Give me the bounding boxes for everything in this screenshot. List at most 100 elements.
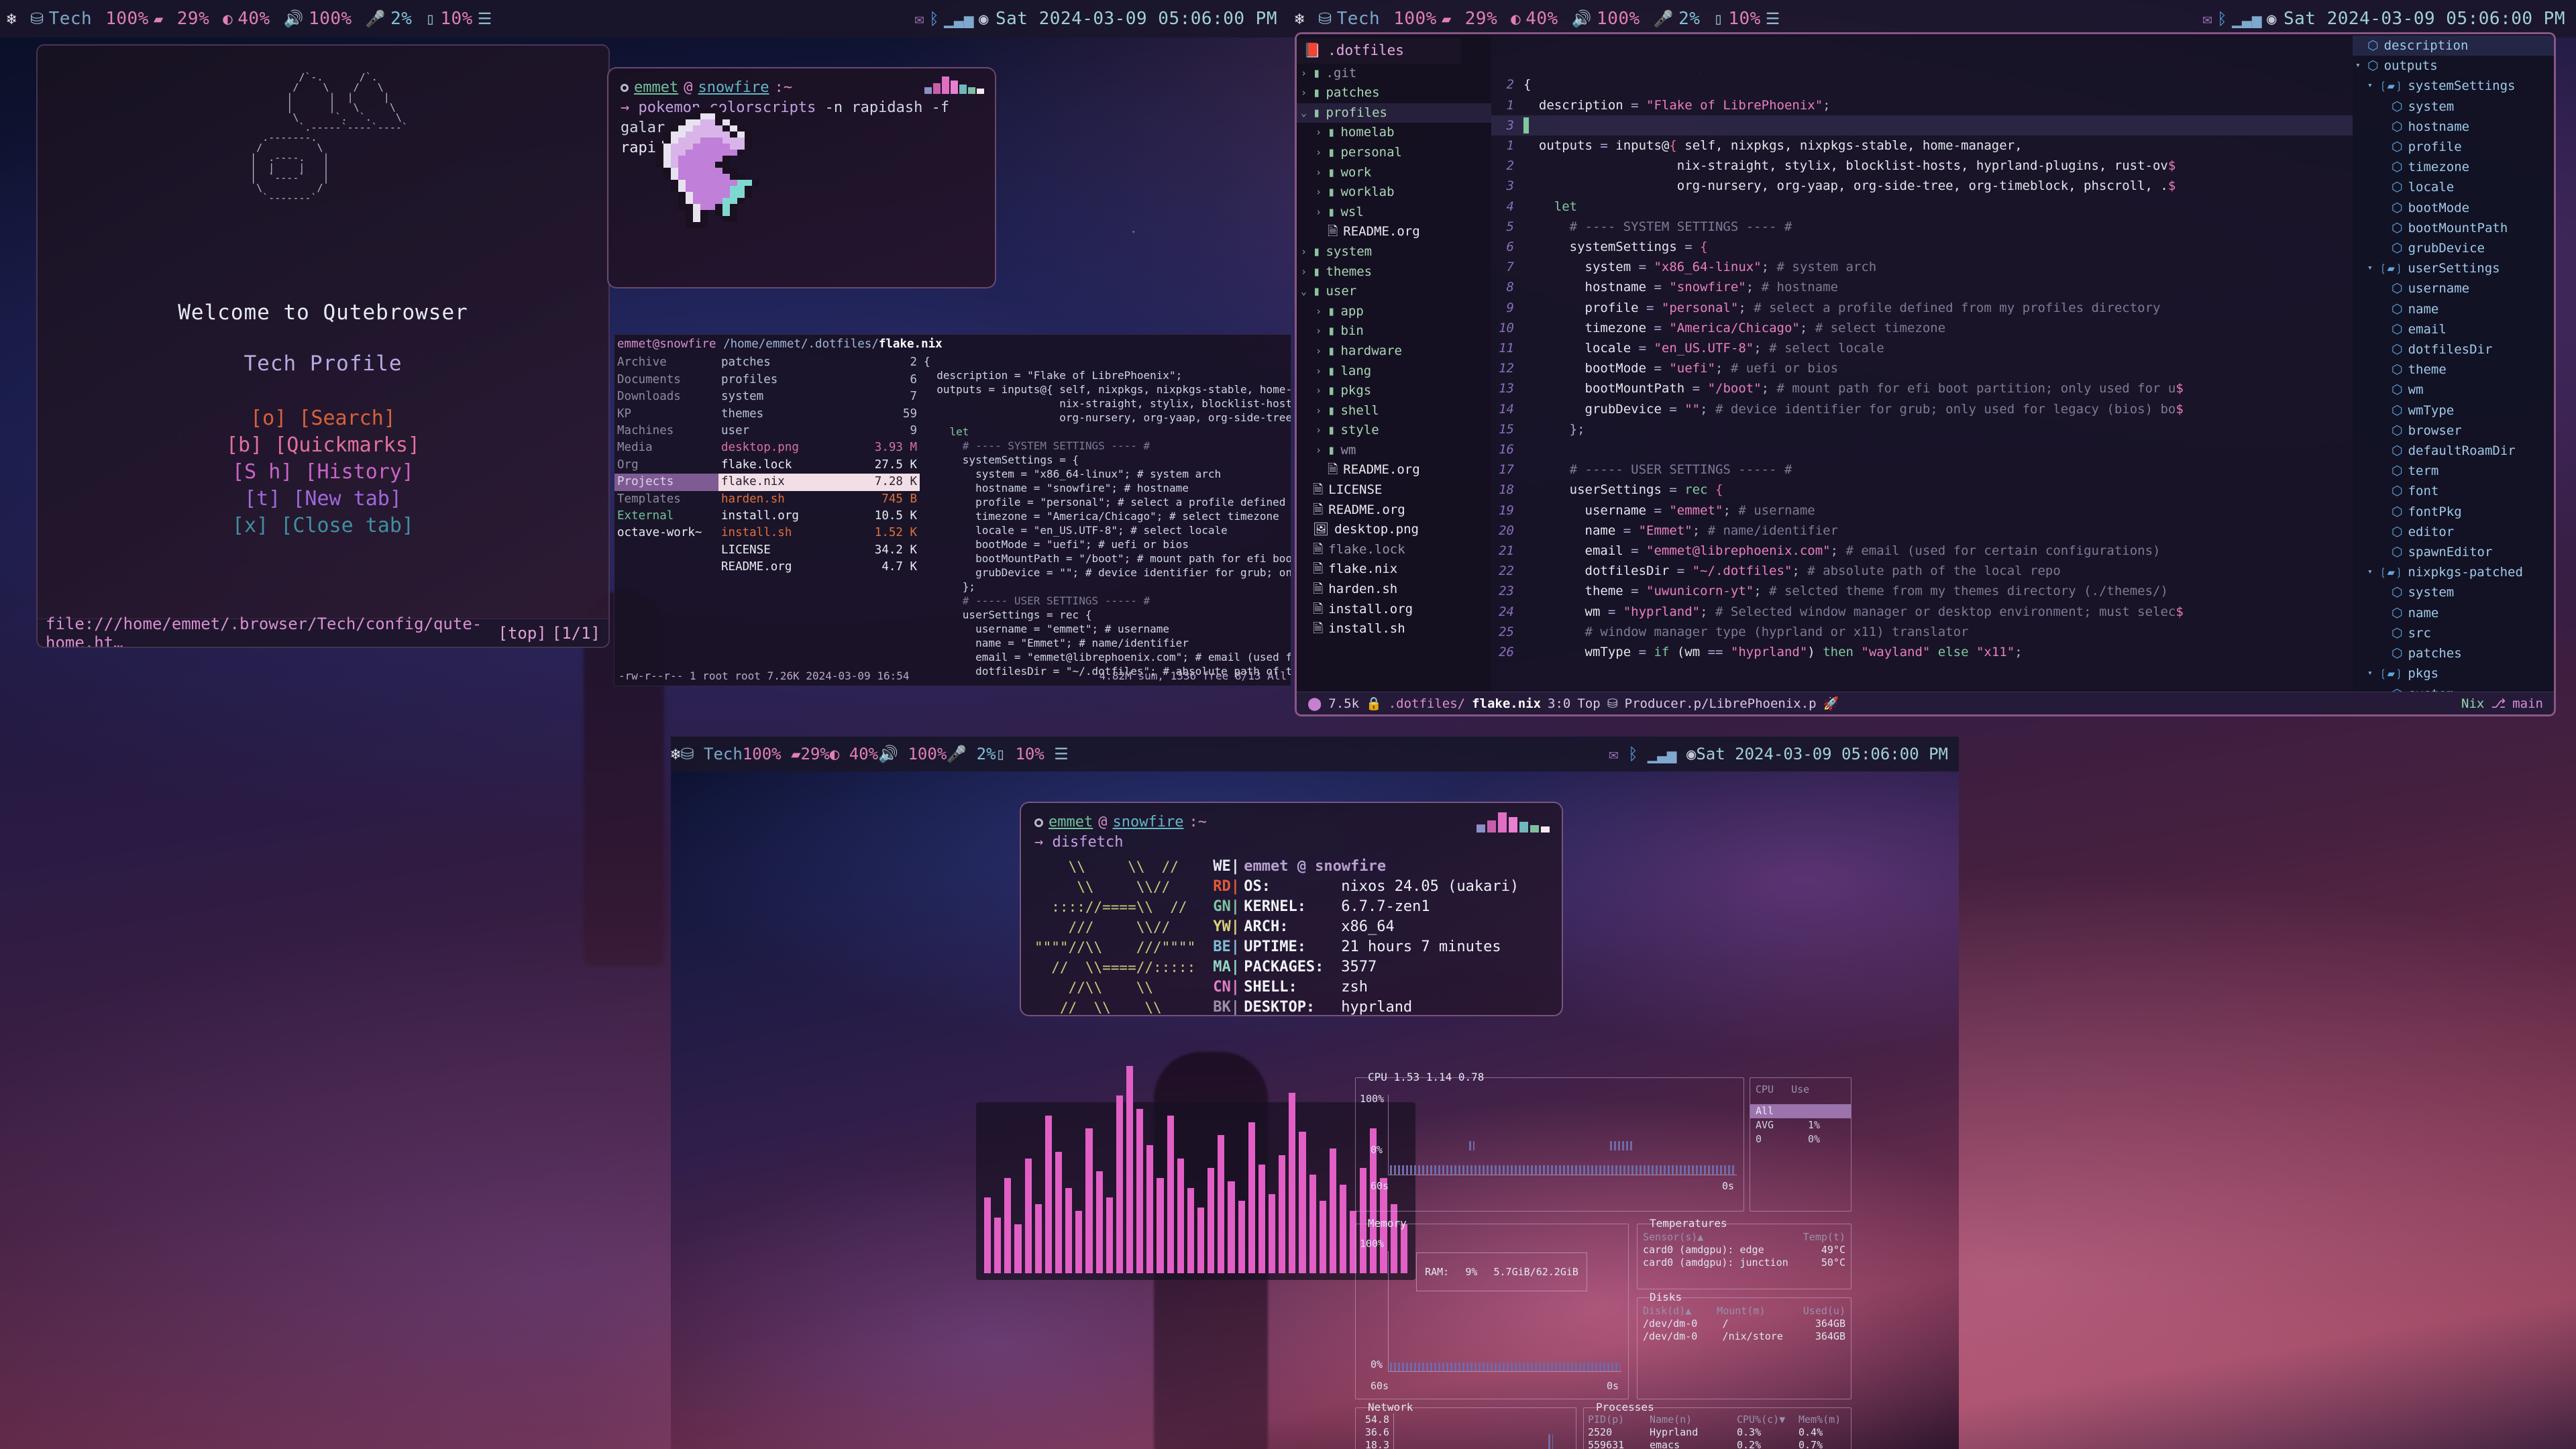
imenu-indent[interactable] xyxy=(2379,238,2392,258)
ranger-parent-column[interactable]: Archive Documents Downloads KP Machines Media… xyxy=(614,354,718,678)
emacs-tree-item[interactable]: › ▮ hardware xyxy=(1297,341,1491,362)
emacs-tree-item[interactable]: 🗎 README.org xyxy=(1297,500,1491,521)
chevron-right-icon[interactable]: › xyxy=(1316,321,1328,341)
chevron-right-icon[interactable]: › xyxy=(1316,381,1328,401)
emacs-imenu-item[interactable]: ▾ ⬡ outputs xyxy=(2353,56,2554,76)
emacs-imenu-item[interactable]: ⬡ patches xyxy=(2353,643,2554,663)
tree-indent[interactable] xyxy=(1301,600,1313,620)
btop-disks-header[interactable]: Disk(d)▲ Mount(m) Used(u) xyxy=(1643,1305,1845,1318)
emacs-imenu-item[interactable]: ⬡ system xyxy=(2353,582,2554,602)
emacs-imenu-item[interactable]: ⬡ wmType xyxy=(2353,400,2554,421)
ranger-file-item[interactable]: profiles 6 xyxy=(718,372,920,388)
brightness-group[interactable]: ◐ 40% xyxy=(216,9,276,29)
triangle-down-icon[interactable]: ▾ xyxy=(2367,76,2379,96)
tree-indent[interactable] xyxy=(1301,580,1313,600)
emacs-tree-item[interactable]: › ▮ .git xyxy=(1297,64,1491,84)
btop-column-header[interactable]: Mem%(m) xyxy=(1799,1413,1841,1426)
emacs-imenu-item[interactable]: ⬡ fontPkg xyxy=(2353,502,2554,522)
emacs-imenu-sidebar[interactable]: ⬡ description ▾ ⬡ outputs ▾ ❲▰❳ systemSettings … xyxy=(2353,34,2554,692)
emacs-imenu-item[interactable]: ⬡ term xyxy=(2353,461,2554,481)
workspace-group[interactable]: ❄ xyxy=(0,11,23,27)
second-tray-group[interactable]: ✉ ᛒ ▁▃▅ ◉ xyxy=(1609,745,1696,763)
ranger-parent-item[interactable]: Org xyxy=(614,457,718,474)
emacs-tree-item[interactable]: 🗎 README.org xyxy=(1297,460,1491,480)
imenu-indent[interactable] xyxy=(2379,319,2392,339)
second-monitor-window[interactable]: ❄ ⛁ Tech 100% ▰ 29% ◐ 40% 🔊 100% 🎤 2% ▯ … xyxy=(671,737,1959,1449)
emacs-tree-item[interactable]: 🗎 install.org xyxy=(1297,600,1491,620)
triangle-down-icon[interactable]: ▾ xyxy=(2367,258,2379,278)
imenu-indent[interactable] xyxy=(2379,582,2392,602)
chevron-right-icon[interactable]: › xyxy=(1301,64,1313,84)
emacs-imenu-item[interactable]: ⬡ defaultRoamDir xyxy=(2353,441,2554,461)
emacs-imenu-item[interactable]: ⬡ username xyxy=(2353,278,2554,299)
btop-processes-header[interactable]: PID(p) Name(n) CPU%(c)▼ Mem%(m) xyxy=(1588,1413,1847,1426)
mic-group-2[interactable]: 🎤 2% xyxy=(1647,9,1707,29)
triangle-down-icon[interactable]: ▾ xyxy=(2355,56,2367,76)
ram-group[interactable]: ▯ 10% ☰ xyxy=(419,9,498,29)
emacs-imenu-item[interactable]: ⬡ theme xyxy=(2353,360,2554,380)
chevron-right-icon[interactable]: › xyxy=(1316,341,1328,362)
emacs-tree-item[interactable]: › ▮ pkgs xyxy=(1297,381,1491,401)
volume-group-2[interactable]: 🔊 100% xyxy=(1565,9,1647,29)
imenu-indent[interactable] xyxy=(2379,522,2392,542)
second-ram-group[interactable]: ▯ 10% ☰ xyxy=(996,745,1069,763)
triangle-down-icon[interactable]: ▾ xyxy=(2367,562,2379,582)
chevron-right-icon[interactable]: › xyxy=(1316,401,1328,421)
hamburger-icon[interactable]: ☰ xyxy=(1054,745,1069,763)
emacs-window[interactable]: 📕 .dotfiles › ▮ .git › ▮ patches ⌄ ▮ profiles › ▮ h… xyxy=(1295,32,2556,716)
ranger-parent-item[interactable]: Downloads xyxy=(614,388,718,405)
btop-column-header[interactable]: Sensor(s)▲ xyxy=(1643,1231,1703,1244)
chevron-right-icon[interactable]: › xyxy=(1316,143,1328,163)
ranger-parent-item[interactable]: Projects xyxy=(614,474,718,491)
tray-group[interactable]: ✉ ᛒ ▁▃▅ ◉ xyxy=(908,11,996,27)
emacs-imenu-item[interactable]: ⬡ system xyxy=(2353,97,2554,117)
imenu-indent[interactable] xyxy=(2379,97,2392,117)
emacs-tree-item[interactable]: › ▮ work xyxy=(1297,163,1491,183)
ranger-file-item[interactable]: flake.lock 27.5 K xyxy=(718,457,920,474)
imenu-indent[interactable] xyxy=(2379,684,2392,692)
second-battery-group[interactable]: 100% ▰ xyxy=(743,745,801,763)
imenu-indent[interactable] xyxy=(2379,461,2392,481)
ranger-file-item[interactable]: desktop.png 3.93 M xyxy=(718,439,920,456)
bluetooth-icon[interactable]: ᛒ xyxy=(1628,745,1638,763)
imenu-indent[interactable] xyxy=(2379,481,2392,501)
emacs-imenu-item[interactable]: ⬡ description xyxy=(2353,36,2554,56)
ranger-parent-item[interactable]: Media xyxy=(614,439,718,456)
emacs-tree-item[interactable]: ⌄ ▮ user xyxy=(1297,282,1491,302)
emacs-tree-item[interactable]: › ▮ themes xyxy=(1297,262,1491,282)
ranger-parent-item[interactable]: KP xyxy=(614,406,718,423)
imenu-indent[interactable] xyxy=(2379,198,2392,218)
chevron-right-icon[interactable]: › xyxy=(1316,203,1328,223)
emacs-imenu-item[interactable]: ⬡ system xyxy=(2353,684,2554,692)
disc-icon[interactable]: ◉ xyxy=(2267,11,2277,27)
chevron-right-icon[interactable]: › xyxy=(1301,262,1313,282)
chevron-right-icon[interactable]: › xyxy=(1316,441,1328,461)
imenu-indent[interactable] xyxy=(2355,36,2367,56)
emacs-tree-item[interactable]: › ▮ style xyxy=(1297,421,1491,441)
emacs-imenu-item[interactable]: ⬡ src xyxy=(2353,623,2554,643)
ranger-parent-item[interactable]: External xyxy=(614,508,718,525)
emacs-code-editor[interactable]: 2{1 description = "Flake of LibrePhoenix… xyxy=(1491,34,2353,692)
btop-process-row[interactable]: 559631 emacs 0.2% 0.7% xyxy=(1588,1439,1847,1449)
chevron-right-icon[interactable]: › xyxy=(1316,163,1328,183)
triangle-down-icon[interactable]: ▾ xyxy=(2367,663,2379,684)
btop-temperatures-header[interactable]: Sensor(s)▲ Temp(t) xyxy=(1643,1231,1845,1244)
ranger-file-item[interactable]: install.sh 1.52 K xyxy=(718,525,920,541)
chevron-down-icon[interactable]: ⌄ xyxy=(1301,282,1313,302)
emacs-imenu-item[interactable]: ⬡ dotfilesDir xyxy=(2353,339,2554,360)
chevron-right-icon[interactable]: › xyxy=(1301,83,1313,103)
disfetch-terminal-window[interactable]: emmet @ snowfire:~ → disfetch \\ \\ // \\ … xyxy=(1020,802,1563,1016)
ranger-file-item[interactable]: LICENSE 34.2 K xyxy=(718,542,920,559)
ranger-file-item[interactable]: harden.sh 745 B xyxy=(718,491,920,508)
btop-column-header[interactable]: CPU%(c)▼ xyxy=(1737,1413,1799,1426)
chevron-right-icon[interactable]: › xyxy=(1316,123,1328,143)
emacs-tree-item[interactable]: › ▮ shell xyxy=(1297,401,1491,421)
mail-icon[interactable]: ✉ xyxy=(914,11,924,27)
mail-icon[interactable]: ✉ xyxy=(2202,11,2212,27)
emacs-imenu-item[interactable]: ⬡ hostname xyxy=(2353,117,2554,137)
network-icon[interactable]: ▁▃▅ xyxy=(944,11,974,27)
emacs-tree-item[interactable]: 🗎 README.org xyxy=(1297,222,1491,242)
btop-column-header[interactable]: Name(n) xyxy=(1650,1413,1737,1426)
emacs-imenu-item[interactable]: ⬡ name xyxy=(2353,299,2554,319)
imenu-indent[interactable] xyxy=(2379,441,2392,461)
